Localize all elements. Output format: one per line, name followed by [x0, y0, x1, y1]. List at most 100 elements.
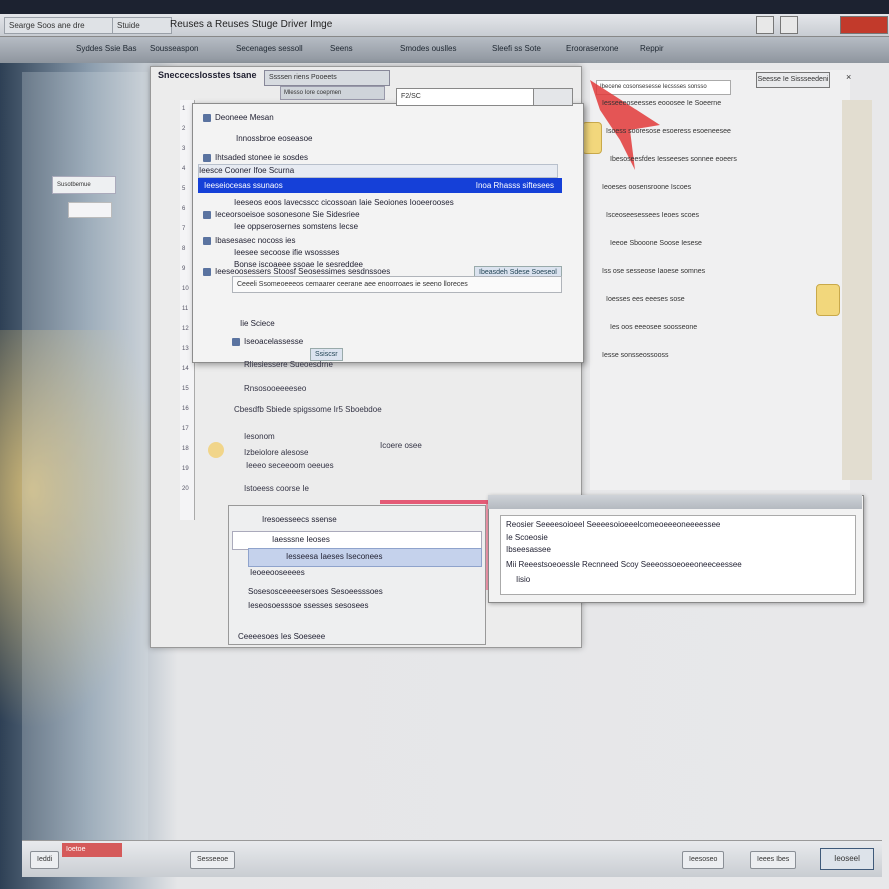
main-link[interactable]: Icoere osee	[380, 441, 422, 450]
sub-panel-option-label: Iesseesa Iaeses Iseconees	[286, 552, 383, 561]
sub-panel-row[interactable]: Ieseosoesssoe ssesses sesosees	[248, 601, 369, 610]
close-icon[interactable]: ×	[846, 72, 856, 82]
sub-panel-option-label: Iaesssne Ieoses	[272, 535, 330, 544]
status-red-label: Ioetoe	[62, 843, 122, 857]
bottom-window-line: Ie Scoeosie	[506, 533, 548, 542]
file-icon	[203, 236, 211, 245]
main-row[interactable]: Rnsosooeeeeseo	[244, 384, 306, 393]
status-button[interactable]: Ieees Ibes	[750, 851, 797, 869]
bottom-window-line: Mii Reeestsoeoessle Recnneed Scoy Seeeos…	[506, 560, 742, 569]
os-top-strip	[0, 0, 889, 14]
file-icon	[203, 267, 211, 276]
dialog-row[interactable]: Innossbroe eoseasoe	[236, 133, 313, 145]
main-window-title: Sneccecslosstes tsane	[158, 70, 257, 80]
folder-icon	[203, 153, 211, 162]
file-icon	[232, 337, 240, 346]
dialog-row[interactable]: Ieceorsoeisoe sosonesone Sie Sidesriee	[203, 209, 360, 221]
line-number: 1	[182, 106, 186, 112]
sub-panel-header: Iresoesseecs ssense	[262, 515, 337, 524]
right-scroll-panel[interactable]	[842, 100, 872, 480]
document-line: Ieoeses oosensroone Iscoes	[602, 184, 692, 191]
maximize-button[interactable]	[780, 16, 798, 34]
ok-button[interactable]: Ieoseel	[820, 848, 874, 870]
line-number: 13	[182, 346, 189, 352]
bottom-window-line: Iisio	[516, 575, 531, 584]
status-bar: Ieddi Sesseeoe Ieesoseo Ieees Ibes	[22, 840, 882, 877]
line-number: 6	[182, 206, 186, 212]
main-toolbar-sub[interactable]: Mlesso Iore coepmen	[280, 86, 385, 100]
line-number: 3	[182, 146, 186, 152]
dialog-row[interactable]: Ihtsaded stonee ie sosdes	[203, 152, 308, 164]
dialog-field[interactable]: F2/SC	[396, 88, 536, 106]
dialog-row-selected[interactable]: Ieeseiocesas ssunaos Inoa Rhasss siftesee…	[198, 178, 562, 193]
document-line: Ies oos eeeosee soosseone	[610, 324, 698, 331]
line-number: 7	[182, 226, 186, 232]
app-icon	[203, 113, 211, 122]
sidebar-item[interactable]: Susotbemue	[52, 176, 116, 194]
status-button[interactable]: Ieddi	[30, 851, 60, 869]
dialog-row[interactable]: Iee oppserosernes somstens Iecse	[234, 221, 358, 233]
line-number: 19	[182, 466, 189, 472]
main-row[interactable]: Istoeess coorse Ie	[244, 484, 309, 493]
document-action-button[interactable]: Seesse Ie Sissseedeni	[756, 72, 830, 88]
tab-second[interactable]: Stuide	[112, 17, 172, 34]
sub-panel-row[interactable]: Sosesosceeeesersoes Sesoeesssoes	[248, 587, 383, 596]
tab-first[interactable]: Searge Soos ane dre	[4, 17, 114, 34]
status-button[interactable]: Ieesoseo	[682, 851, 725, 869]
file-icon	[203, 210, 211, 219]
dialog-field-button[interactable]	[533, 88, 573, 106]
document-line: Iesseeeoseesses eooosee Ie Soeerne	[602, 100, 722, 107]
document-line: Isceoseesessees Ieoes scoes	[606, 212, 699, 219]
document-line: Ibesoseesfdes Iesseeses sonnee eoeers	[610, 156, 737, 163]
line-number: 20	[182, 486, 189, 492]
line-number: 5	[182, 186, 186, 192]
menu-item[interactable]: Secenages sessoll	[236, 44, 303, 53]
main-row[interactable]: Ieeeo seceeoom oeeues	[246, 461, 334, 470]
line-number: 2	[182, 126, 186, 132]
sidebar-item-blank[interactable]	[68, 202, 112, 218]
line-number: 15	[182, 386, 189, 392]
bottom-window-line: Reosier Seeeesoioeel Seeeesoioeeelcomeoe…	[506, 520, 721, 529]
dialog-search-row[interactable]: Ceeeli Ssomeoeeeos cemaarer ceerane aee …	[232, 276, 562, 293]
yellow-dot-icon	[208, 442, 224, 458]
line-number: 10	[182, 286, 189, 292]
document-line: Ioesses ees eeeses sose	[606, 296, 685, 303]
main-row[interactable]: Izbeiolore alesose	[244, 448, 308, 457]
document-line: Isoess sooresose esoeress esoeneesee	[606, 128, 731, 135]
bottom-window-titlebar	[488, 495, 862, 509]
dialog-row[interactable]: Ieeseos eoos Iavecsscc cicossoan Iaie Se…	[234, 197, 454, 209]
line-number: 12	[182, 326, 189, 332]
menu-item[interactable]: Syddes Ssie Bas	[76, 44, 136, 53]
sticky-note-icon[interactable]	[816, 284, 840, 316]
line-number: 16	[182, 406, 189, 412]
dialog-row[interactable]: Ieesee secoose ifie wsossses	[234, 247, 339, 259]
menu-item[interactable]: Smodes ouslles	[400, 44, 456, 53]
main-toolbar[interactable]: Ssssen riens Pooeets	[264, 70, 390, 86]
app-titlebar: Searge Soos ane dre Stuide Reuses a Reus…	[0, 14, 889, 37]
status-button[interactable]: Sesseeoe	[190, 851, 236, 869]
menu-bar: Syddes Ssie Bas Sousseaspon Secenages se…	[0, 37, 889, 63]
sub-panel-row[interactable]: Ieoeeooseeees	[250, 568, 305, 577]
window-title: Reuses a Reuses Stuge Driver Imge	[170, 19, 333, 30]
dialog-row-highlight[interactable]: Ieesce Cooner Ifoe Scurna	[198, 164, 558, 178]
main-row[interactable]: Rliesiessere Sueoesdrne	[244, 360, 333, 369]
line-number: 8	[182, 246, 186, 252]
menu-item[interactable]: Sleefi ss Sote	[492, 44, 541, 53]
dialog-header: Deoneee Mesan	[203, 112, 274, 124]
dialog-row[interactable]: Iie Sciece	[240, 318, 275, 330]
menu-item[interactable]: Erooraserxone	[566, 44, 618, 53]
main-row[interactable]: Cbesdfb Sbiede spigssome Ir5 Sboebdoe	[234, 405, 382, 414]
minimize-button[interactable]	[756, 16, 774, 34]
main-row[interactable]: Iesonom	[244, 432, 275, 441]
menu-item[interactable]: Sousseaspon	[150, 44, 198, 53]
menu-item[interactable]: Reppir	[640, 44, 664, 53]
dialog-row[interactable]: Iseoacelassesse	[232, 336, 303, 348]
document-line: Iesse sonsseossooss	[602, 352, 669, 359]
line-number: 17	[182, 426, 189, 432]
close-button[interactable]	[840, 16, 888, 34]
line-number: 18	[182, 446, 189, 452]
dialog-row[interactable]: Ibasesasec nocoss ies	[203, 235, 296, 247]
sub-panel-footer: Ceeeesoes Ies Soeseee	[238, 632, 326, 641]
menu-item[interactable]: Seens	[330, 44, 353, 53]
line-number: 14	[182, 366, 189, 372]
